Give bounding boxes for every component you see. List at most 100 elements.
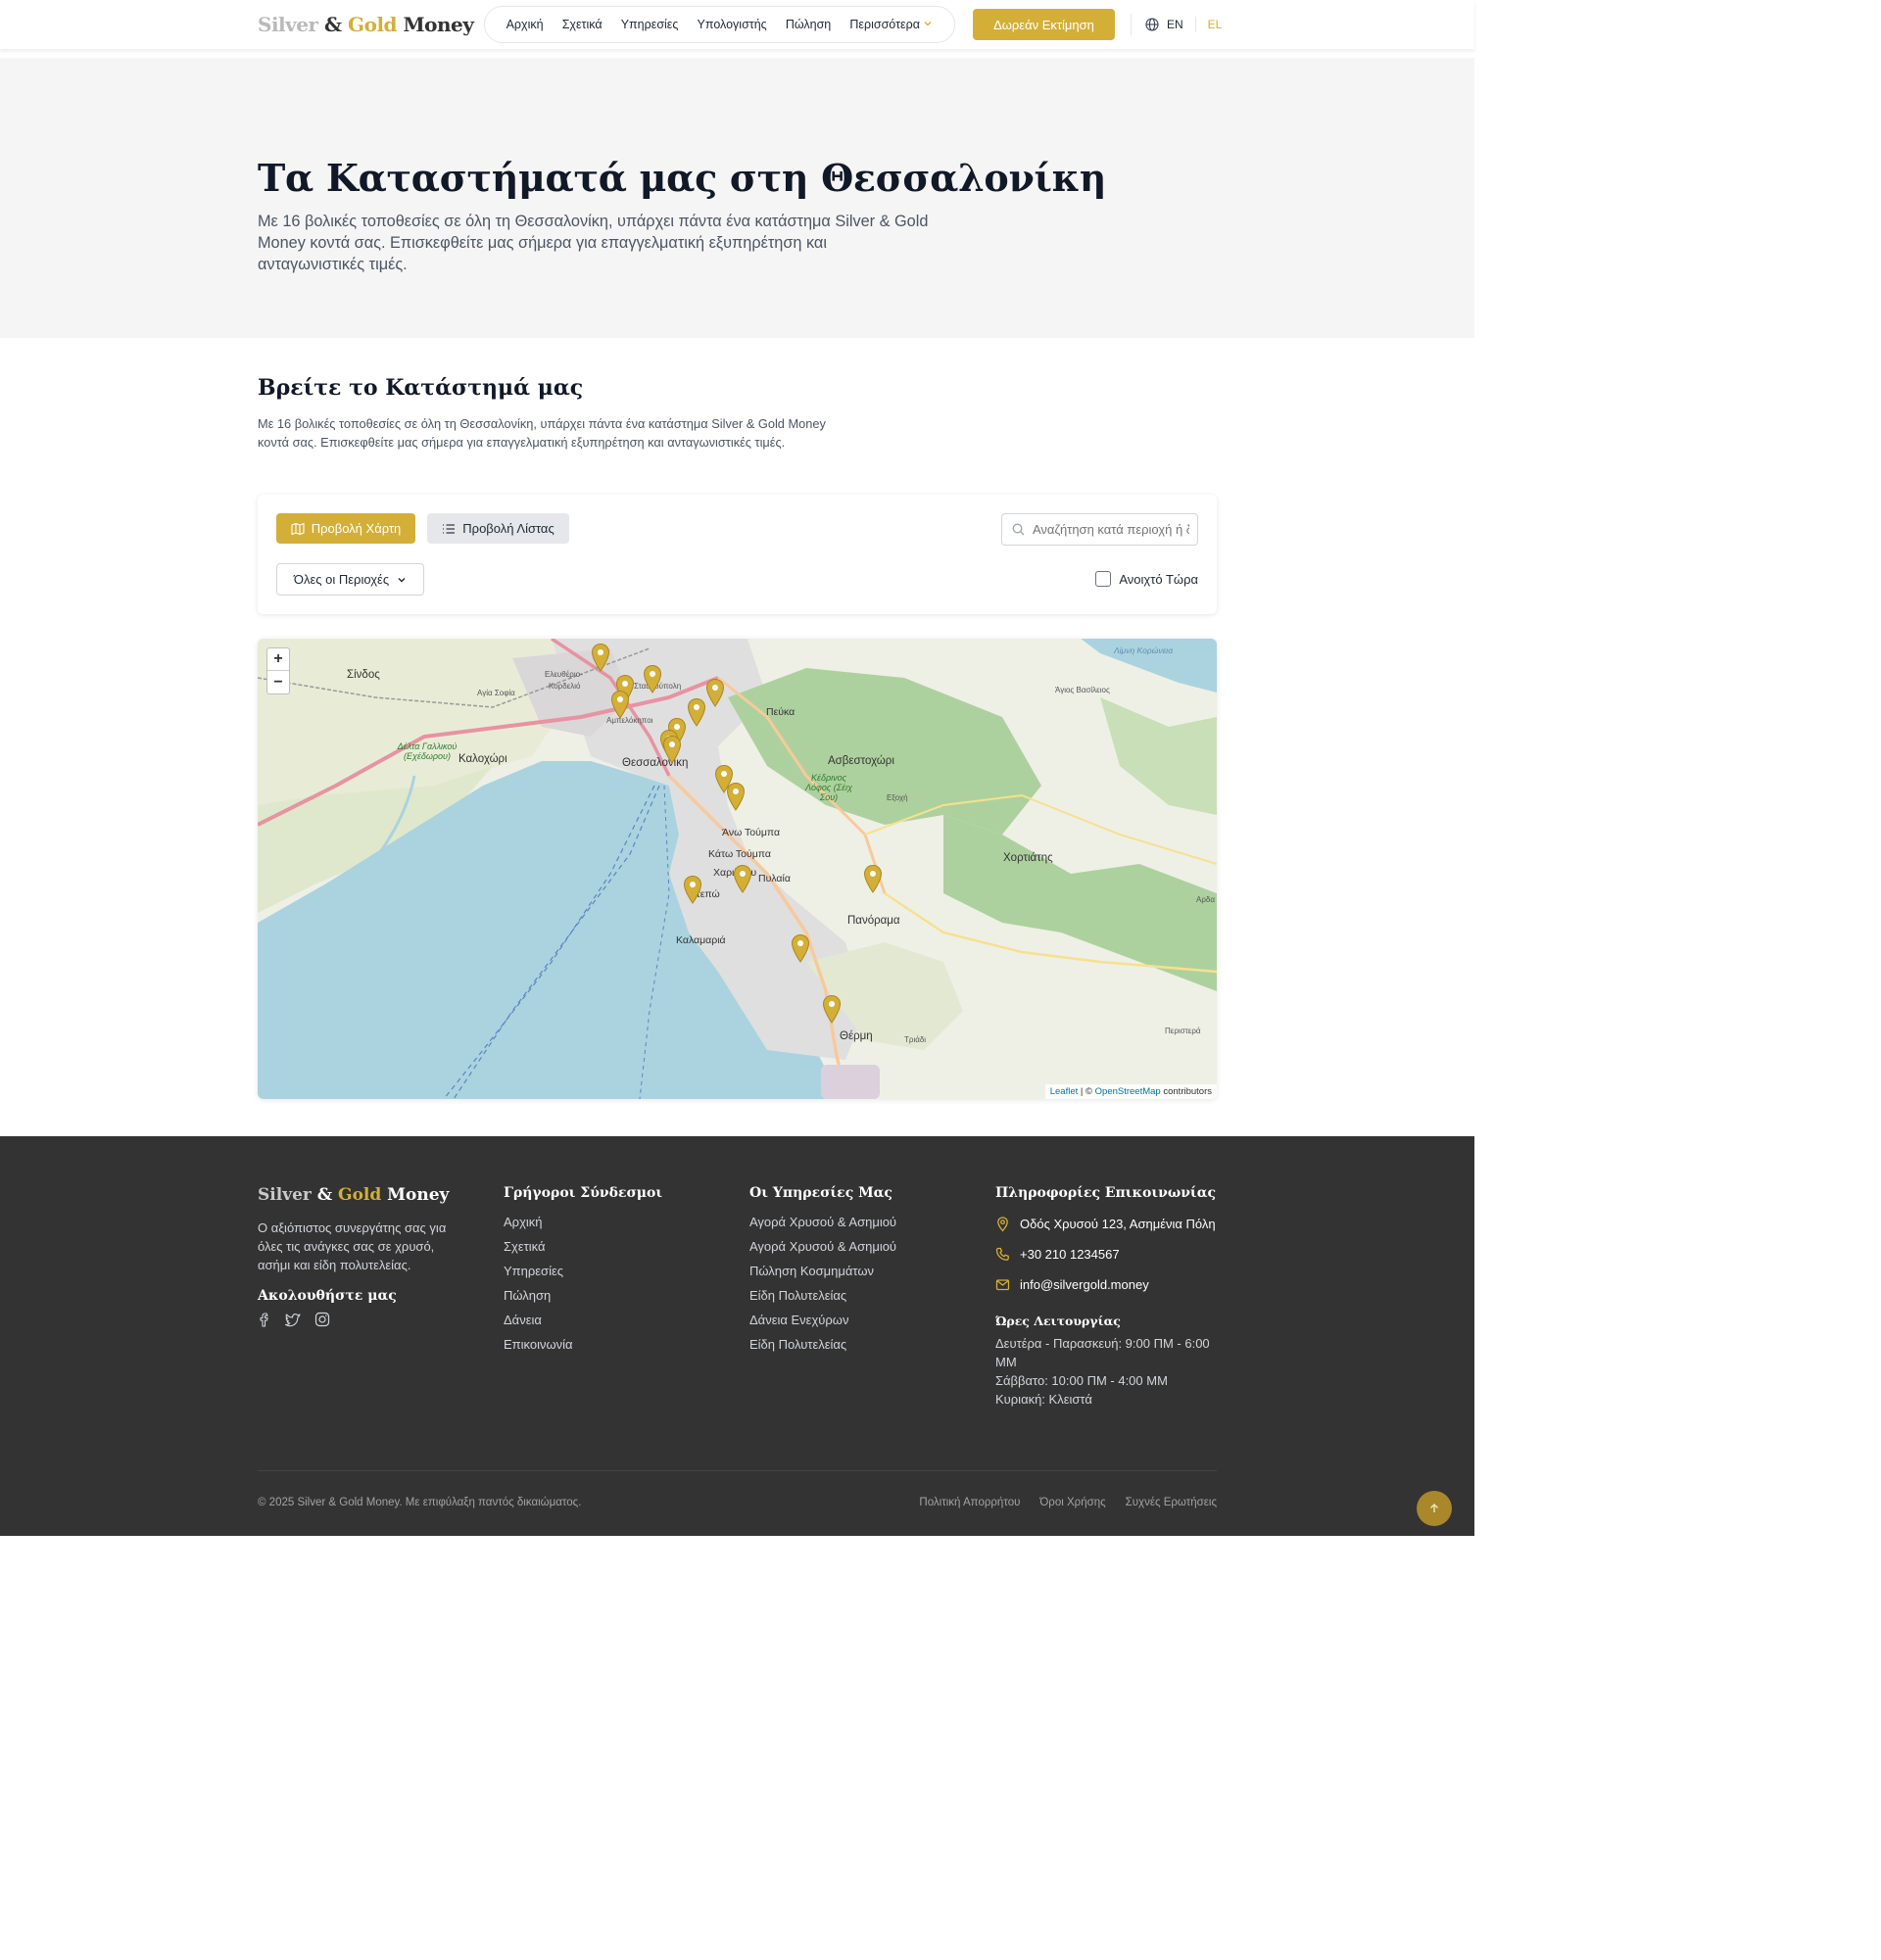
logo[interactable]: Silver & Gold Money [258, 13, 474, 36]
search-icon [1012, 523, 1025, 536]
back-to-top-button[interactable] [1417, 1491, 1452, 1526]
map-icon [291, 522, 305, 535]
footer-service-link[interactable]: Είδη Πολυτελείας [749, 1288, 896, 1313]
facebook-icon[interactable] [258, 1312, 271, 1327]
footer-service-link[interactable]: Πώληση Κοσμημάτων [749, 1264, 896, 1288]
globe-icon[interactable] [1145, 18, 1159, 31]
mail-icon [995, 1279, 1010, 1291]
logo-amp: & [316, 1185, 333, 1205]
hours-sunday: Κυριακή: Κλειστά [995, 1392, 1092, 1407]
map-label: Κάτω Τούμπα [708, 848, 771, 860]
search-input[interactable] [1033, 522, 1189, 537]
terms-link[interactable]: Όροι Χρήσης [1039, 1497, 1105, 1508]
map-pin-icon [610, 690, 630, 719]
footer-logo[interactable]: Silver & Gold Money [258, 1185, 468, 1205]
footer-contact: Πληροφορίες Επικοινωνίας Οδός Χρυσού 123… [995, 1185, 1217, 1409]
free-estimate-button[interactable]: Δωρεάν Εκτίμηση [973, 9, 1115, 40]
store-marker[interactable] [705, 678, 725, 707]
store-marker[interactable] [791, 933, 810, 963]
map-pin-icon [791, 933, 810, 963]
region-select[interactable]: Όλες οι Περιοχές [276, 563, 424, 596]
search-box [1001, 513, 1198, 546]
divider [258, 1470, 1217, 1471]
lang-el[interactable]: EL [1208, 18, 1223, 31]
map-label: Πυλαία [758, 873, 791, 884]
hero-section: Τα Καταστήματά μας στη Θεσσαλονίκη Με 16… [0, 58, 1474, 338]
nav-services[interactable]: Υπηρεσίες [621, 18, 679, 31]
phone-text: +30 210 1234567 [1020, 1247, 1120, 1262]
twitter-icon[interactable] [285, 1312, 301, 1327]
zoom-in-button[interactable]: + [267, 648, 289, 671]
open-now-checkbox[interactable] [1095, 571, 1112, 587]
footer-service-link[interactable]: Αγορά Χρυσού & Ασημιού [749, 1215, 896, 1239]
list-view-button[interactable]: Προβολή Λίστας [427, 513, 569, 544]
hours-saturday: Σάββατο: 10:00 ΠΜ - 4:00 ΜΜ [995, 1373, 1168, 1388]
map-label: Εξοχή [887, 793, 908, 802]
open-now-filter[interactable]: Ανοιχτό Τώρα [1095, 571, 1198, 587]
map-label: Αρδα [1196, 895, 1215, 904]
main-nav: Αρχική Σχετικά Υπηρεσίες Υπολογιστής Πώλ… [484, 6, 955, 43]
map-label: Άγιος Βασίλειος [1055, 686, 1110, 694]
contact-phone[interactable]: +30 210 1234567 [995, 1245, 1217, 1264]
footer-link-home[interactable]: Αρχική [504, 1215, 662, 1239]
stores-map[interactable]: Σίνδος Ελευθέριο- Κορδελιό Αγία Σοφία Κα… [258, 639, 1217, 1099]
nav-home[interactable]: Αρχική [506, 18, 544, 31]
map-label: Λίμνη Κορώνεια [1114, 645, 1174, 655]
store-marker[interactable] [643, 664, 662, 693]
map-label: Πεύκα [766, 706, 796, 718]
chevron-down-icon [398, 577, 406, 582]
footer-service-link[interactable]: Δάνεια Ενεχύρων [749, 1313, 896, 1337]
footer-service-link[interactable]: Είδη Πολυτελείας [749, 1337, 896, 1362]
faq-link[interactable]: Συχνές Ερωτήσεις [1126, 1497, 1217, 1508]
phone-icon [995, 1247, 1009, 1261]
divider [1131, 14, 1132, 35]
footer-link-about[interactable]: Σχετικά [504, 1239, 662, 1264]
map-attribution: Leaflet | © OpenStreetMap contributors [1044, 1084, 1217, 1099]
lang-en[interactable]: EN [1167, 18, 1183, 31]
footer-service-link[interactable]: Αγορά Χρυσού & Ασημιού [749, 1239, 896, 1264]
opening-hours: Δευτέρα - Παρασκευή: 9:00 ΠΜ - 6:00 ΜΜ Σ… [995, 1334, 1217, 1409]
map-pin-icon [733, 864, 752, 893]
map-view-button[interactable]: Προβολή Χάρτη [276, 513, 415, 544]
quick-links-title: Γρήγοροι Σύνδεσμοι [504, 1185, 663, 1201]
nav-about[interactable]: Σχετικά [562, 18, 603, 31]
store-marker[interactable] [863, 864, 883, 893]
region-select-value: Όλες οι Περιοχές [293, 572, 390, 587]
chevron-down-icon [924, 22, 932, 26]
store-marker[interactable] [687, 697, 706, 727]
store-marker[interactable] [683, 875, 702, 904]
map-view-label: Προβολή Χάρτη [311, 521, 402, 536]
address-text: Οδός Χρυσού 123, Ασημένια Πόλη [1020, 1217, 1216, 1231]
nav-sell[interactable]: Πώληση [786, 18, 831, 31]
contact-email[interactable]: info@silvergold.money [995, 1275, 1217, 1294]
nav-more-dropdown[interactable]: Περισσότερα [849, 18, 933, 31]
follow-title: Ακολουθήστε μας [258, 1288, 397, 1304]
nav-calculator[interactable]: Υπολογιστής [698, 18, 767, 31]
footer-link-loans[interactable]: Δάνεια [504, 1313, 662, 1337]
instagram-icon[interactable] [314, 1312, 330, 1327]
store-marker[interactable] [733, 864, 752, 893]
store-marker[interactable] [726, 782, 746, 811]
store-marker[interactable] [610, 690, 630, 719]
social-links [258, 1312, 468, 1327]
store-marker[interactable] [662, 735, 682, 764]
footer-link-services[interactable]: Υπηρεσίες [504, 1264, 662, 1288]
services-title: Οι Υπηρεσίες Μας [749, 1185, 892, 1201]
leaflet-link[interactable]: Leaflet [1050, 1086, 1079, 1097]
map-label: Χορτιάτης [1003, 852, 1053, 864]
footer-link-contact[interactable]: Επικοινωνία [504, 1337, 662, 1362]
map-label: Πανόραμα [847, 915, 900, 927]
store-marker[interactable] [591, 643, 610, 672]
contact-address: Οδός Χρυσού 123, Ασημένια Πόλη [995, 1215, 1217, 1233]
hours-weekdays: Δευτέρα - Παρασκευή: 9:00 ΠΜ - 6:00 ΜΜ [995, 1336, 1210, 1369]
site-header: Silver & Gold Money Αρχική Σχετικά Υπηρε… [0, 0, 1474, 49]
store-marker[interactable] [822, 994, 842, 1024]
map-label: Δέλτα Γαλλικού (Εχέδωρου) [397, 741, 458, 761]
privacy-link[interactable]: Πολιτική Απορρήτου [919, 1497, 1020, 1508]
map-pin-icon [863, 864, 883, 893]
logo-money: Money [403, 13, 474, 36]
zoom-out-button[interactable]: − [267, 671, 289, 693]
map-pin-icon [822, 994, 842, 1024]
footer-link-sell[interactable]: Πώληση [504, 1288, 662, 1313]
osm-link[interactable]: OpenStreetMap [1095, 1086, 1161, 1097]
